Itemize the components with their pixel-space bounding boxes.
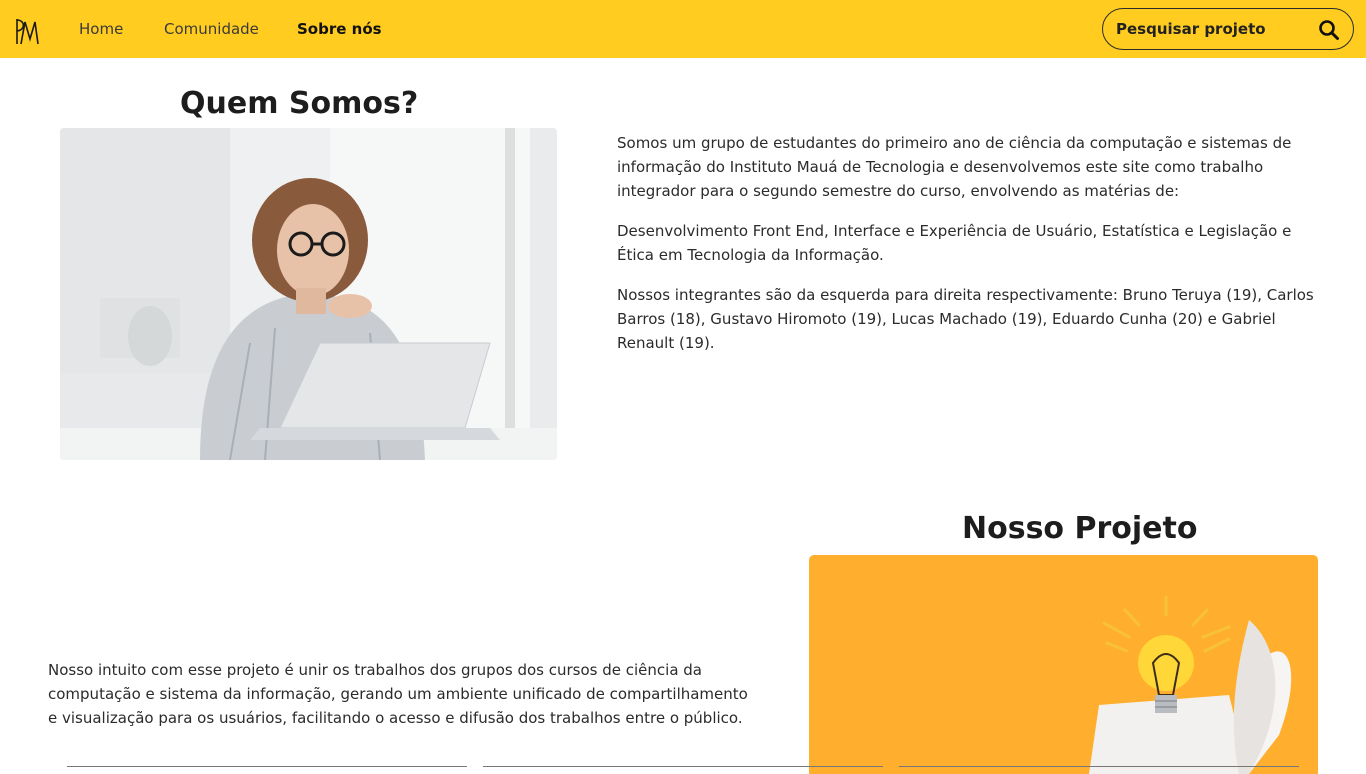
project-title: Nosso Projeto [962,511,1198,546]
about-paragraph-intro: Somos um grupo de estudantes do primeiro… [617,134,1292,200]
card-preview-2 [483,766,883,774]
search-input[interactable] [1116,18,1306,40]
about-title: Quem Somos? [180,86,419,121]
search-icon[interactable] [1318,19,1340,41]
team-member-photo [60,128,557,460]
nav-about-link[interactable]: Sobre nós [297,20,382,38]
nav-home-link[interactable]: Home [79,20,123,38]
card-preview-3 [899,766,1299,774]
about-paragraph-subjects: Desenvolvimento Front End, Interface e E… [617,222,1292,264]
search-box [1102,8,1354,50]
project-idea-image [809,555,1318,774]
about-paragraph-members: Nossos integrantes são da esquerda para … [617,286,1314,352]
project-description: Nosso intuito com esse projeto é unir os… [48,661,748,727]
card-preview-1 [67,766,467,774]
nav-community-link[interactable]: Comunidade [164,20,259,38]
navbar: Home Comunidade Sobre nós [0,0,1366,58]
brand-logo-icon[interactable] [14,17,40,45]
